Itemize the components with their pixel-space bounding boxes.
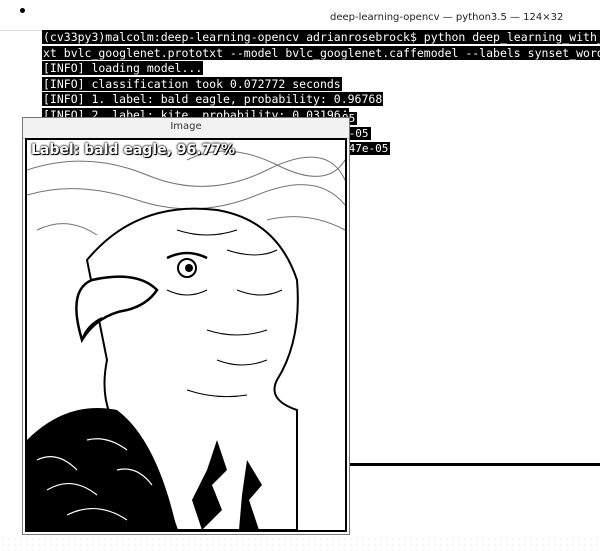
terminal-line: (cv33py3)malcolm:deep-learning-opencv ad… (42, 30, 600, 46)
terminal-bottom-edge (345, 463, 600, 466)
terminal-output[interactable]: (cv33py3)malcolm:deep-learning-opencv ad… (42, 30, 600, 123)
terminal-line: [INFO] 1. label: bald eagle, probability… (42, 92, 384, 106)
eagle-illustration (27, 140, 345, 530)
background-texture (0, 536, 600, 551)
window-close-icon[interactable] (20, 8, 25, 13)
terminal-titlebar: deep-learning-opencv — python3.5 — 124×3… (0, 0, 600, 31)
image-window-title: Image (170, 121, 202, 132)
terminal-title: deep-learning-opencv — python3.5 — 124×3… (330, 12, 564, 23)
eagle-photo: Label: bald eagle, 96.77% (25, 138, 347, 532)
prediction-label: Label: bald eagle, 96.77% (31, 142, 236, 158)
image-window[interactable]: Image Label: bald eagle, 96.77% (22, 117, 350, 535)
terminal-line: [INFO] classification took 0.072772 seco… (42, 76, 342, 91)
terminal-line: [INFO] loading model... (42, 61, 204, 75)
image-window-titlebar[interactable]: Image (23, 118, 349, 139)
terminal-line: xt bvlc_googlenet.prototxt --model bvlc_… (42, 45, 600, 62)
